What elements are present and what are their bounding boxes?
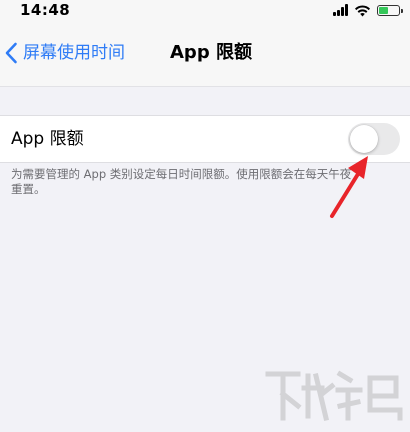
page-title: App 限额 bbox=[170, 42, 252, 63]
status-time: 14:48 bbox=[20, 1, 71, 19]
site-logo-watermark bbox=[265, 370, 403, 422]
red-arrow-icon bbox=[330, 156, 368, 218]
wifi-icon bbox=[355, 4, 370, 16]
app-limits-footer: 为需要管理的 App 类别设定每日时间限额。使用限额会在每天午夜重置。 bbox=[11, 167, 352, 196]
battery-level bbox=[379, 6, 388, 14]
chevron-left-icon bbox=[5, 42, 17, 64]
battery-icon bbox=[377, 4, 403, 16]
back-button-label: 屏幕使用时间 bbox=[23, 43, 125, 63]
status-bar: 14:48 bbox=[0, 0, 410, 22]
cellular-signal-icon bbox=[333, 4, 349, 16]
status-icons bbox=[333, 2, 403, 18]
app-limits-label: App 限额 bbox=[11, 129, 84, 149]
back-button[interactable]: 屏幕使用时间 bbox=[4, 36, 125, 70]
toggle-knob bbox=[350, 125, 378, 153]
navigation-bar: 屏幕使用时间 App 限额 bbox=[0, 22, 410, 87]
